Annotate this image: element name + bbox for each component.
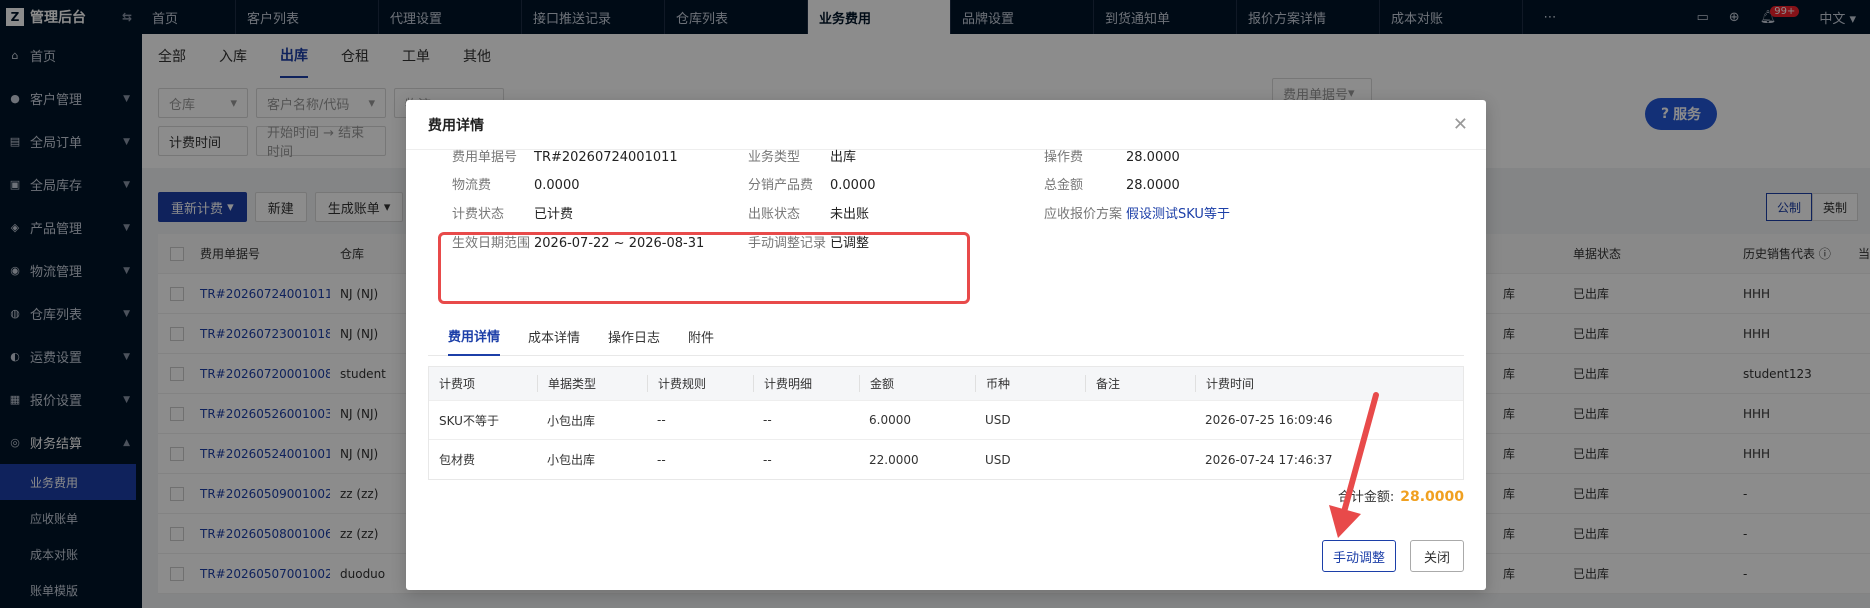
modal-title: 费用详情 (406, 100, 1486, 150)
info-field-5: 总金额 28.0000 (1044, 174, 1180, 193)
info-value: 出库 (830, 150, 857, 165)
info-value[interactable]: 假设测试SKU等于 (1126, 207, 1230, 222)
table-cell: -- (763, 452, 772, 467)
info-label: 分销产品费 (748, 178, 814, 193)
info-label: 计费状态 (452, 207, 505, 222)
info-field-3: 物流费 0.0000 (452, 174, 580, 193)
fee-item-table-header: 计费项 单据类型 计费规则 计费明细 金额 币种 备注 计费时间 (429, 367, 1463, 401)
info-label: 物流费 (452, 178, 492, 193)
info-label: 业务类型 (748, 150, 801, 165)
total-label: 合计金额: (1337, 490, 1395, 505)
table-row: SKU不等于 小包出库 -- -- 6.0000 USD 2026-07-25 16:09:… (429, 401, 1463, 440)
table-cell: 6.0000 (869, 413, 911, 427)
info-label: 应收报价方案 (1044, 207, 1123, 222)
detail-tabs: 费用详情 成本详情 操作日志 附件 (428, 318, 1464, 356)
table-cell: 2026-07-25 16:09:46 (1205, 413, 1333, 427)
detail-tab-0[interactable]: 费用详情 (448, 318, 501, 356)
table-cell: 22.0000 (869, 452, 919, 467)
fee-item-table: 计费项 单据类型 计费规则 计费明细 金额 币种 备注 计费时间 SKU不等于 小包出库 -- --… (428, 366, 1464, 480)
col-header-3: 计费明细 (753, 375, 859, 392)
info-value: 28.0000 (1126, 178, 1180, 193)
info-value: 未出账 (830, 207, 870, 222)
table-cell: USD (985, 452, 1011, 467)
info-value: 28.0000 (1126, 150, 1180, 165)
table-cell: 小包出库 (547, 413, 596, 428)
info-value: TR#20260724001011 (534, 150, 678, 165)
close-button[interactable]: 关闭 (1410, 540, 1464, 572)
detail-tab-2[interactable]: 操作日志 (608, 318, 660, 356)
info-label: 费用单据号 (452, 150, 518, 165)
table-cell: 小包出库 (547, 453, 596, 467)
info-label: 出账状态 (748, 207, 801, 222)
table-cell: -- (763, 413, 772, 427)
table-cell: 包材费 (439, 453, 476, 467)
info-field-8: 应收报价方案 假设测试SKU等于 (1044, 203, 1230, 222)
table-row: 包材费 小包出库 -- -- 22.0000 USD 2026-07-24 17:46:37 (429, 440, 1463, 479)
info-label: 总金额 (1044, 178, 1084, 193)
info-label: 操作费 (1044, 150, 1084, 165)
col-header-2: 计费规则 (647, 375, 753, 392)
table-cell: USD (985, 413, 1011, 427)
col-header-7: 计费时间 (1195, 375, 1363, 392)
detail-tab-3[interactable]: 附件 (688, 318, 714, 356)
table-cell: -- (657, 452, 666, 467)
info-field-2: 操作费 28.0000 (1044, 146, 1180, 165)
info-field-4: 分销产品费 0.0000 (748, 174, 876, 193)
info-value: 0.0000 (534, 178, 580, 193)
info-field-1: 业务类型 出库 (748, 146, 856, 165)
info-field-0: 费用单据号 TR#20260724001011 (452, 146, 678, 165)
info-field-7: 出账状态 未出账 (748, 203, 869, 222)
col-header-1: 单据类型 (537, 375, 647, 392)
table-cell: -- (657, 413, 666, 427)
table-cell: SKU不等于 (439, 413, 499, 428)
total-amount: 合计金额: 28.0000 (1338, 486, 1464, 505)
col-header-4: 金额 (859, 375, 975, 392)
table-cell: 2026-07-24 17:46:37 (1205, 452, 1333, 467)
detail-tab-1[interactable]: 成本详情 (528, 318, 580, 356)
col-header-0: 计费项 (439, 377, 476, 391)
total-value: 28.0000 (1400, 489, 1464, 505)
col-header-5: 币种 (975, 375, 1085, 392)
col-header-6: 备注 (1085, 375, 1195, 392)
manual-adjust-button[interactable]: 手动调整 (1322, 540, 1396, 572)
info-value: 0.0000 (830, 178, 876, 193)
fee-detail-modal: 费用详情 ✕ 费用单据号 TR#20260724001011 业务类型 出库 操作费 28… (406, 100, 1486, 590)
info-field-6: 计费状态 已计费 (452, 203, 573, 222)
close-icon[interactable]: ✕ (1453, 114, 1468, 135)
info-value: 已计费 (534, 207, 574, 222)
highlight-box (438, 232, 970, 304)
